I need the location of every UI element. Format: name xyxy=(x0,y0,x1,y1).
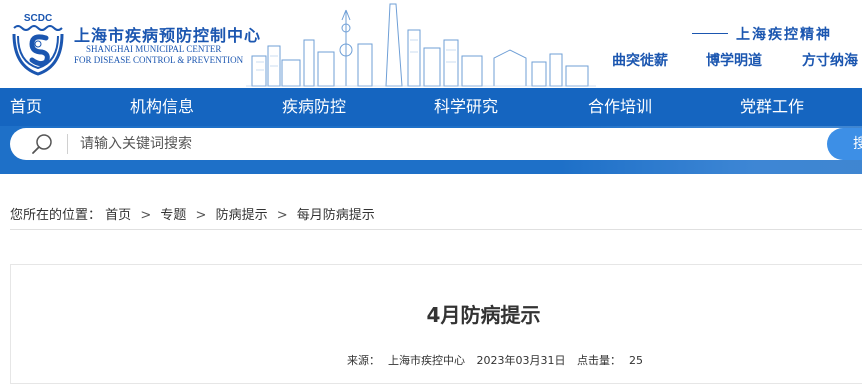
article-title: 4月防病提示 xyxy=(426,303,541,327)
article-views: 25 xyxy=(629,354,643,367)
source-label: 来源： xyxy=(347,354,380,367)
search-input[interactable] xyxy=(80,132,780,156)
nav-item-party-work[interactable]: 党群工作 xyxy=(740,88,804,126)
spirit-title: 上海疾控精神 xyxy=(692,24,832,44)
breadcrumb-separator: > xyxy=(140,208,152,223)
breadcrumb-topics[interactable]: 专题 xyxy=(160,208,186,223)
article-source: 上海市疾控中心 xyxy=(388,354,465,367)
nav-item-institution-info[interactable]: 机构信息 xyxy=(130,88,194,126)
article-date: 2023年03月31日 xyxy=(476,354,566,367)
site-title[interactable]: 上海市疾病预防控制中心 xyxy=(74,22,261,46)
search-button[interactable]: 搜 xyxy=(827,128,862,160)
nav-item-home[interactable]: 首页 xyxy=(10,88,42,126)
search-icon[interactable] xyxy=(24,132,60,156)
site-title-en-line2: FOR DISEASE CONTROL & PREVENTION xyxy=(74,55,244,65)
main-nav: 首页 机构信息 疾病防控 科学研究 合作培训 党群工作 xyxy=(0,88,862,126)
search-divider xyxy=(67,134,68,154)
motto-2: 博学明道 xyxy=(706,54,762,69)
breadcrumb-separator: > xyxy=(195,208,207,223)
breadcrumb-prevention-tips[interactable]: 防病提示 xyxy=(216,208,268,223)
site-header: SCDC 上海市疾病预防控制中心 SHANGHAI MUNICIPAL CENT… xyxy=(0,0,862,88)
logo-text: SCDC xyxy=(24,13,52,24)
breadcrumb: 您所在的位置： 首页 > 专题 > 防病提示 > 每月防病提示 xyxy=(10,204,375,223)
breadcrumb-separator: > xyxy=(276,208,288,223)
search-box xyxy=(10,128,850,160)
scdc-logo-emblem[interactable]: SCDC xyxy=(10,10,66,76)
spirit-title-text: 上海疾控精神 xyxy=(736,27,832,43)
motto-1: 曲突徙薪 xyxy=(612,54,668,69)
city-skyline-illustration xyxy=(246,3,596,87)
search-band: 搜 xyxy=(0,126,862,174)
breadcrumb-prefix: 您所在的位置： xyxy=(10,208,102,223)
views-label: 点击量： xyxy=(577,354,621,367)
site-title-en-line1: SHANGHAI MUNICIPAL CENTER xyxy=(86,44,222,54)
nav-item-cooperation-training[interactable]: 合作培训 xyxy=(588,88,652,126)
breadcrumb-monthly-tips[interactable]: 每月防病提示 xyxy=(297,208,375,223)
breadcrumb-home[interactable]: 首页 xyxy=(105,208,131,223)
nav-item-disease-control[interactable]: 疾病防控 xyxy=(282,88,346,126)
article-card: 4月防病提示 来源： 上海市疾控中心 2023年03月31日 点击量： 25 xyxy=(10,264,862,384)
motto-3: 方寸纳海 xyxy=(802,54,858,69)
article-meta: 来源： 上海市疾控中心 2023年03月31日 点击量： 25 xyxy=(347,352,651,368)
nav-item-research[interactable]: 科学研究 xyxy=(434,88,498,126)
breadcrumb-divider xyxy=(10,229,862,230)
